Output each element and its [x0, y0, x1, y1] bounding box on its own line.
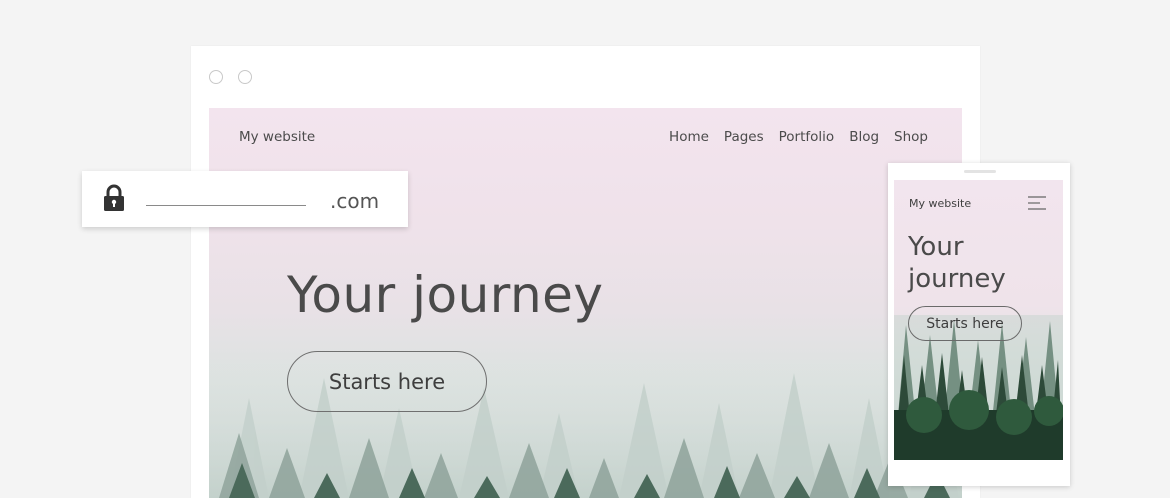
browser-window: My website Home Pages Portfolio Blog Sho…	[191, 46, 980, 498]
url-bar[interactable]: .com	[82, 171, 408, 227]
mobile-screen: My website Your journey Starts here	[894, 180, 1063, 460]
hamburger-menu-icon[interactable]	[1028, 196, 1046, 210]
url-domain-placeholder[interactable]	[146, 205, 306, 206]
url-domain-suffix: .com	[330, 189, 380, 213]
website-hero: My website Home Pages Portfolio Blog Sho…	[209, 108, 962, 498]
hero-title: Your journey	[287, 266, 604, 324]
mobile-preview: My website Your journey Starts here	[888, 163, 1070, 486]
mobile-hero-line1: Your	[908, 232, 964, 262]
phone-speaker	[964, 170, 996, 173]
nav-item-home[interactable]: Home	[669, 129, 709, 145]
mobile-hero-title: Your journey	[908, 231, 1006, 295]
mobile-hero-line2: journey	[908, 264, 1006, 294]
mobile-site-title[interactable]: My website	[909, 197, 971, 210]
nav-item-portfolio[interactable]: Portfolio	[779, 129, 835, 145]
site-title[interactable]: My website	[239, 129, 315, 145]
site-nav: Home Pages Portfolio Blog Shop	[669, 129, 928, 145]
nav-item-shop[interactable]: Shop	[894, 129, 928, 145]
lock-icon	[104, 184, 124, 211]
nav-item-blog[interactable]: Blog	[849, 129, 879, 145]
starts-here-button[interactable]: Starts here	[287, 351, 487, 412]
nav-item-pages[interactable]: Pages	[724, 129, 764, 145]
mobile-starts-here-button[interactable]: Starts here	[908, 306, 1022, 341]
window-dot-1[interactable]	[209, 70, 223, 84]
window-dot-2[interactable]	[238, 70, 252, 84]
